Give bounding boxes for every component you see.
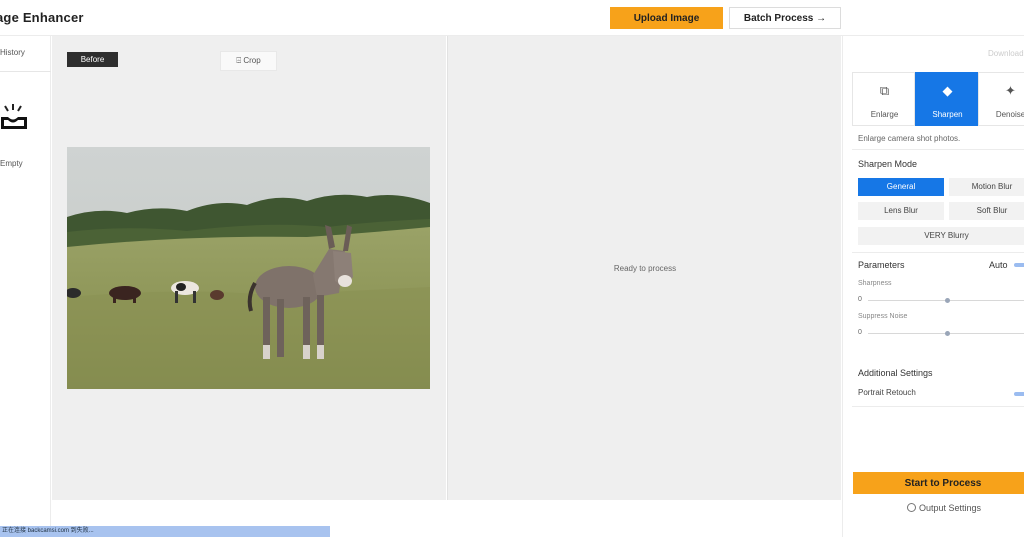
section-divider: [852, 252, 1024, 253]
output-settings-label: Output Settings: [919, 503, 982, 513]
mode-motion-blur-button[interactable]: Motion Blur: [949, 178, 1024, 196]
history-tab[interactable]: History: [0, 48, 25, 57]
history-sidebar: History Empty: [0, 36, 51, 537]
download-link[interactable]: Download: [988, 49, 1024, 58]
mode-general-button[interactable]: General: [858, 178, 944, 196]
sharpen-mode-title: Sharpen Mode: [858, 159, 918, 169]
header-bar: age Enhancer Upload Image Batch Process …: [0, 0, 1024, 36]
section-divider: [852, 406, 1024, 407]
app-window: age Enhancer Upload Image Batch Process …: [0, 0, 1024, 537]
sharpness-value: 0: [858, 296, 862, 303]
suppress-noise-slider-handle[interactable]: [945, 331, 950, 336]
enlarge-icon: ⧉: [879, 83, 890, 98]
tab-denoise-label: Denoise: [995, 110, 1024, 119]
crop-button[interactable]: ⌹ Crop: [220, 51, 277, 71]
sidebar-divider: [0, 71, 51, 72]
app-title: age Enhancer: [0, 10, 84, 25]
tab-enlarge-label: Enlarge: [870, 110, 899, 119]
ready-to-process-text: Ready to process: [613, 264, 677, 273]
mode-lens-blur-button[interactable]: Lens Blur: [858, 202, 944, 220]
suppress-noise-value: 0: [858, 329, 862, 336]
mode-soft-blur-button[interactable]: Soft Blur: [949, 202, 1024, 220]
sharpen-icon: ◆: [942, 83, 953, 98]
section-divider: [852, 149, 1024, 150]
auto-toggle[interactable]: [1014, 263, 1024, 267]
before-badge: Before: [67, 52, 118, 67]
after-pane: Ready to process: [447, 36, 841, 500]
tab-sharpen[interactable]: ◆ Sharpen: [915, 72, 978, 126]
browser-status-bar: 正在连接 backcamsi.com 到失败...: [0, 526, 330, 537]
gear-icon: [907, 503, 916, 512]
mode-description: Enlarge camera shot photos.: [858, 134, 961, 143]
sharpness-slider-handle[interactable]: [945, 298, 950, 303]
mode-very-blurry-button[interactable]: VERY Blurry: [858, 227, 1024, 245]
sharpness-label: Sharpness: [858, 280, 892, 287]
portrait-retouch-label: Portrait Retouch: [858, 388, 916, 397]
empty-tray-icon: [1, 104, 27, 129]
suppress-noise-label: Suppress Noise: [858, 313, 908, 320]
portrait-retouch-toggle[interactable]: [1014, 392, 1024, 396]
output-settings-link[interactable]: Output Settings: [907, 503, 981, 513]
parameters-title: Parameters: [858, 260, 905, 270]
auto-label: Auto: [989, 260, 1008, 270]
settings-panel: Download ⧉ Enlarge ◆ Sharpen ✦ Denoise E…: [842, 36, 1024, 537]
history-empty-label: Empty: [0, 159, 23, 168]
source-photo: [67, 147, 430, 389]
mode-tabs: ⧉ Enlarge ◆ Sharpen ✦ Denoise: [852, 72, 1024, 126]
denoise-icon: ✦: [1005, 83, 1016, 98]
tab-denoise[interactable]: ✦ Denoise: [978, 72, 1024, 126]
tab-enlarge[interactable]: ⧉ Enlarge: [852, 72, 915, 126]
start-to-process-button[interactable]: Start to Process: [853, 472, 1024, 494]
additional-settings-title: Additional Settings: [858, 368, 933, 378]
upload-image-button[interactable]: Upload Image: [610, 7, 723, 29]
batch-process-button[interactable]: Batch Process →: [729, 7, 841, 29]
before-pane: Before ⌹ Crop: [52, 36, 446, 500]
tab-sharpen-label: Sharpen: [932, 110, 963, 119]
